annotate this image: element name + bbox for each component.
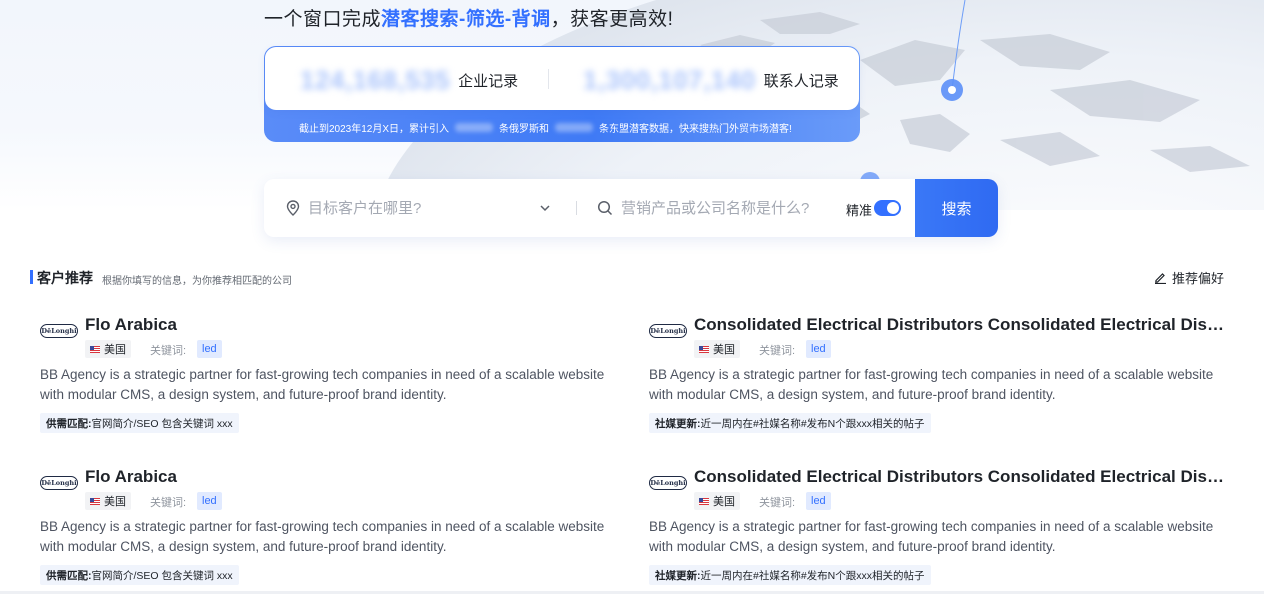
note-part-1: 截止到2023年12月X日，累计引入: [299, 124, 450, 135]
location-select[interactable]: [286, 179, 556, 237]
match-reason: 供需匹配: 官网简介/SEO 包含关键词 xxx: [40, 413, 239, 433]
stats-panel: 124,168,535 企业记录 1,300,107,140 联系人记录 截止到…: [264, 46, 860, 142]
country-badge: 美国: [85, 492, 131, 510]
recommend-preference-button[interactable]: 推荐偏好: [1154, 268, 1224, 287]
company-card[interactable]: DēLonghi Flo Arabica 美国 关键词: led BB Agen…: [40, 315, 624, 445]
company-card[interactable]: DēLonghi Consolidated Electrical Distrib…: [649, 467, 1233, 594]
keyword-field[interactable]: [597, 179, 837, 237]
headline-highlight: 潜客搜索-筛选-背调: [381, 9, 551, 30]
keyword-label: 关键词:: [759, 497, 796, 509]
country-name: 美国: [104, 344, 126, 356]
match-text: 近一周内在#社媒名称#发布N个跟xxx相关的帖子: [700, 417, 925, 430]
section-accent-bar: [30, 270, 33, 284]
search-divider: [576, 201, 577, 215]
edit-icon: [1154, 273, 1166, 284]
stats-note: 截止到2023年12月X日，累计引入 条俄罗斯和 条东盟潜客数据，快来搜热门外贸…: [299, 120, 792, 135]
company-description: BB Agency is a strategic partner for fas…: [40, 519, 605, 554]
search-button[interactable]: 搜索: [915, 179, 998, 237]
us-flag-icon: [699, 345, 709, 353]
company-logo: DēLonghi: [40, 476, 78, 490]
keyword-tag: led: [197, 340, 222, 358]
blurred-asean-count: [555, 123, 594, 132]
logo-text: DēLonghi: [650, 479, 686, 487]
country-badge: 美国: [85, 340, 131, 358]
company-name[interactable]: Flo Arabica: [85, 467, 620, 487]
company-description: BB Agency is a strategic partner for fas…: [649, 519, 1214, 554]
note-part-2: 条俄罗斯和: [499, 124, 550, 135]
keyword-tag: led: [197, 492, 222, 510]
stat-contact-value: 1,300,107,140: [583, 65, 756, 95]
match-label: 社媒更新:: [655, 569, 701, 582]
keyword-label: 关键词:: [150, 497, 187, 509]
stat-divider: [548, 69, 549, 89]
location-pin-icon: [286, 200, 300, 216]
precise-label: 精准: [846, 203, 873, 218]
keyword-tag: led: [806, 340, 831, 358]
match-label: 供需匹配:: [46, 569, 92, 582]
headline-prefix: 一个窗口完成: [264, 9, 382, 30]
logo-text: DēLonghi: [41, 479, 77, 487]
us-flag-icon: [699, 497, 709, 505]
section-subtitle: 根据你填写的信息，为你推荐相匹配的公司: [102, 276, 292, 287]
company-name[interactable]: Consolidated Electrical Distributors Con…: [694, 315, 1229, 335]
country-name: 美国: [713, 344, 735, 356]
chevron-down-icon[interactable]: [539, 202, 551, 214]
keyword-label: 关键词:: [759, 345, 796, 357]
country-badge: 美国: [694, 492, 740, 510]
us-flag-icon: [90, 497, 100, 505]
match-text: 近一周内在#社媒名称#发布N个跟xxx相关的帖子: [700, 569, 925, 582]
keyword-input[interactable]: [621, 199, 831, 217]
match-text: 官网简介/SEO 包含关键词 xxx: [91, 417, 233, 430]
location-input[interactable]: [308, 199, 528, 217]
match-text: 官网简介/SEO 包含关键词 xxx: [91, 569, 233, 582]
country-name: 美国: [104, 496, 126, 508]
match-reason: 供需匹配: 官网简介/SEO 包含关键词 xxx: [40, 565, 239, 585]
blurred-russia-count: [455, 123, 494, 132]
company-card[interactable]: DēLonghi Consolidated Electrical Distrib…: [649, 315, 1233, 445]
match-label: 社媒更新:: [655, 417, 701, 430]
search-icon: [597, 200, 613, 216]
company-logo: DēLonghi: [40, 324, 78, 338]
company-name[interactable]: Consolidated Electrical Distributors Con…: [694, 467, 1229, 487]
stat-company-label: 企业记录: [458, 73, 519, 90]
match-reason: 社媒更新: 近一周内在#社媒名称#发布N个跟xxx相关的帖子: [649, 413, 931, 433]
keyword-label: 关键词:: [150, 345, 187, 357]
hero-headline: 一个窗口完成潜客搜索-筛选-背调，获客更高效!: [264, 4, 673, 31]
us-flag-icon: [90, 345, 100, 353]
company-logo: DēLonghi: [649, 476, 687, 490]
match-reason: 社媒更新: 近一周内在#社媒名称#发布N个跟xxx相关的帖子: [649, 565, 931, 585]
section-title: 客户推荐: [37, 270, 93, 286]
company-name[interactable]: Flo Arabica: [85, 315, 620, 335]
company-card[interactable]: DēLonghi Flo Arabica 美国 关键词: led BB Agen…: [40, 467, 624, 594]
stats-card: 124,168,535 企业记录 1,300,107,140 联系人记录: [265, 47, 859, 110]
stat-contact-records: 1,300,107,140 联系人记录: [583, 65, 839, 96]
search-bar: 精准 搜索: [264, 179, 998, 237]
stat-company-records: 124,168,535 企业记录: [300, 65, 518, 96]
country-badge: 美国: [694, 340, 740, 358]
company-logo: DēLonghi: [649, 324, 687, 338]
logo-text: DēLonghi: [650, 327, 686, 335]
match-label: 供需匹配:: [46, 417, 92, 430]
company-description: BB Agency is a strategic partner for fas…: [649, 367, 1214, 402]
company-description: BB Agency is a strategic partner for fas…: [40, 367, 605, 402]
keyword-tag: led: [806, 492, 831, 510]
headline-suffix: ，获客更高效!: [550, 9, 674, 30]
note-part-3: 条东盟潜客数据，快来搜热门外贸市场潜客!: [599, 124, 792, 135]
precise-toggle[interactable]: [874, 200, 901, 216]
stat-company-value: 124,168,535: [300, 65, 451, 95]
toggle-knob: [887, 202, 899, 214]
stat-contact-label: 联系人记录: [763, 73, 839, 90]
logo-text: DēLonghi: [41, 327, 77, 335]
country-name: 美国: [713, 496, 735, 508]
preference-label: 推荐偏好: [1171, 271, 1224, 286]
